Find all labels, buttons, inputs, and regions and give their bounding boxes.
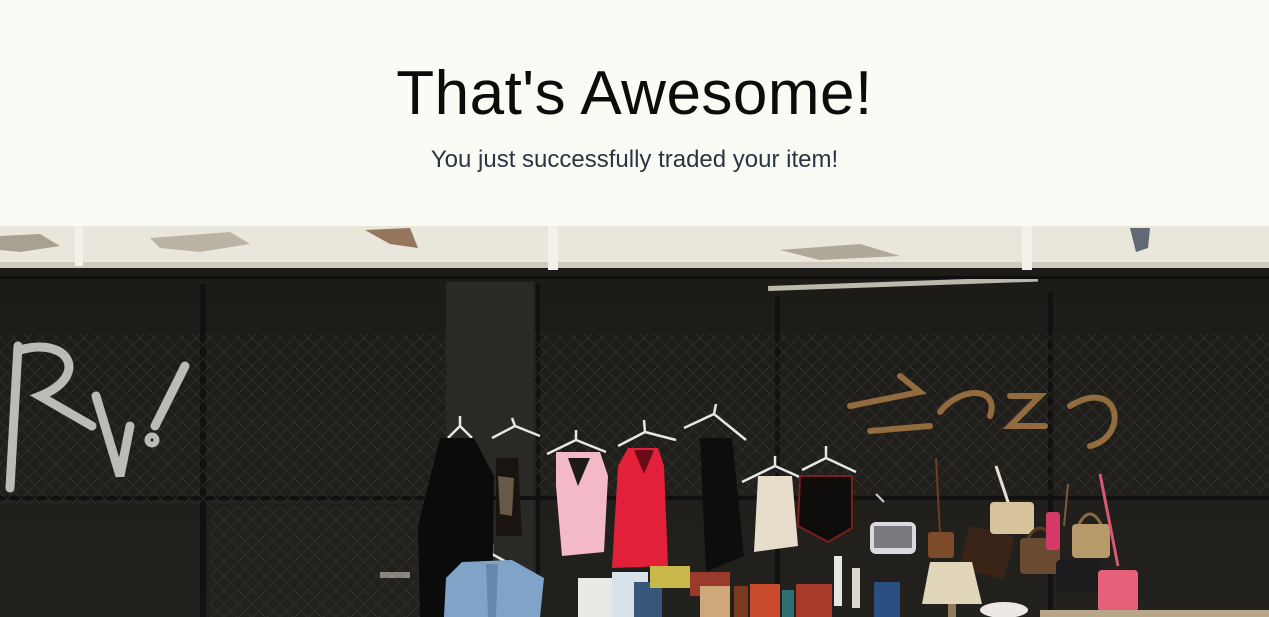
page-subtitle: You just successfully traded your item! — [430, 146, 839, 173]
street-stall-illustration — [0, 226, 1269, 617]
confirmation-header: That's Awesome! You just successfully tr… — [0, 0, 1269, 226]
page-title: That's Awesome! — [396, 59, 873, 128]
flea-market-photo — [0, 226, 1269, 617]
